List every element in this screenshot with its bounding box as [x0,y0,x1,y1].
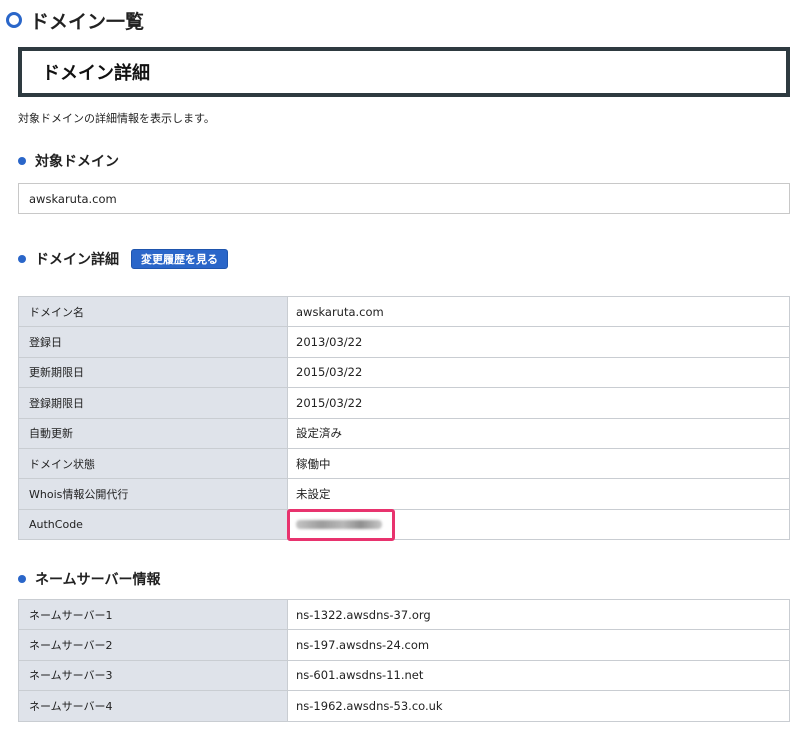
row-label: 自動更新 [18,417,288,449]
table-row: 自動更新 設定済み [18,417,790,449]
row-value: awskaruta.com [287,295,790,328]
table-row: ネームサーバー4 ns-1962.awsdns-53.co.uk [18,690,790,722]
row-label: 登録期限日 [18,387,288,419]
bullet-dot-icon [18,157,26,165]
table-row: ドメイン名 awskaruta.com [18,295,790,328]
table-row: ネームサーバー2 ns-197.awsdns-24.com [18,629,790,661]
table-row: ネームサーバー3 ns-601.awsdns-11.net [18,659,790,692]
row-value: ns-601.awsdns-11.net [287,659,790,692]
page-description: 対象ドメインの詳細情報を表示します。 [18,112,215,125]
bullet-dot-icon [18,255,26,263]
nameserver-heading-text: ネームサーバー情報 [35,572,161,588]
view-history-button[interactable]: 変更履歴を見る [131,249,228,269]
row-value: 2013/03/22 [287,326,790,358]
nameserver-heading: ネームサーバー情報 [18,569,160,589]
nameserver-table: ネームサーバー1 ns-1322.awsdns-37.org ネームサーバー2 … [18,598,790,722]
detail-header-title: ドメイン詳細 [42,63,150,84]
row-value: 未設定 [287,478,790,510]
row-value: 稼働中 [287,447,790,480]
domain-detail-table: ドメイン名 awskaruta.com 登録日 2013/03/22 更新期限日… [18,295,790,541]
domain-detail-heading: ドメイン詳細 変更履歴を見る [18,249,228,269]
row-label: ドメイン状態 [18,447,288,480]
page-title: ドメイン一覧 [6,6,144,34]
row-value: 2015/03/22 [287,387,790,419]
row-value: ns-1962.awsdns-53.co.uk [287,690,790,722]
row-label: 更新期限日 [18,356,288,389]
table-row: 更新期限日 2015/03/22 [18,356,790,389]
row-label: AuthCode [18,508,288,541]
table-row: AuthCode [18,508,790,541]
page-title-text: ドメイン一覧 [30,10,145,33]
row-label: Whois情報公開代行 [18,478,288,510]
row-label: ドメイン名 [18,295,288,328]
table-row: 登録日 2013/03/22 [18,326,790,358]
row-label: ネームサーバー4 [18,690,288,722]
table-row: ドメイン状態 稼働中 [18,447,790,480]
row-label: 登録日 [18,326,288,358]
authcode-highlight-box [287,509,395,541]
target-domain-heading: 対象ドメイン [18,151,119,171]
target-domain-field[interactable]: awskaruta.com [18,183,790,214]
ring-bullet-icon [6,12,22,28]
domain-detail-heading-text: ドメイン詳細 [35,252,119,268]
row-value: ns-197.awsdns-24.com [287,629,790,661]
table-row: 登録期限日 2015/03/22 [18,387,790,419]
detail-header-box: ドメイン詳細 [18,47,790,97]
row-value: ns-1322.awsdns-37.org [287,598,790,631]
row-label: ネームサーバー1 [18,598,288,631]
row-label: ネームサーバー2 [18,629,288,661]
row-value: 2015/03/22 [287,356,790,389]
table-row: Whois情報公開代行 未設定 [18,478,790,510]
table-row: ネームサーバー1 ns-1322.awsdns-37.org [18,598,790,631]
bullet-dot-icon [18,575,26,583]
row-label: ネームサーバー3 [18,659,288,692]
target-domain-heading-text: 対象ドメイン [35,154,119,170]
row-value: 設定済み [287,417,790,449]
